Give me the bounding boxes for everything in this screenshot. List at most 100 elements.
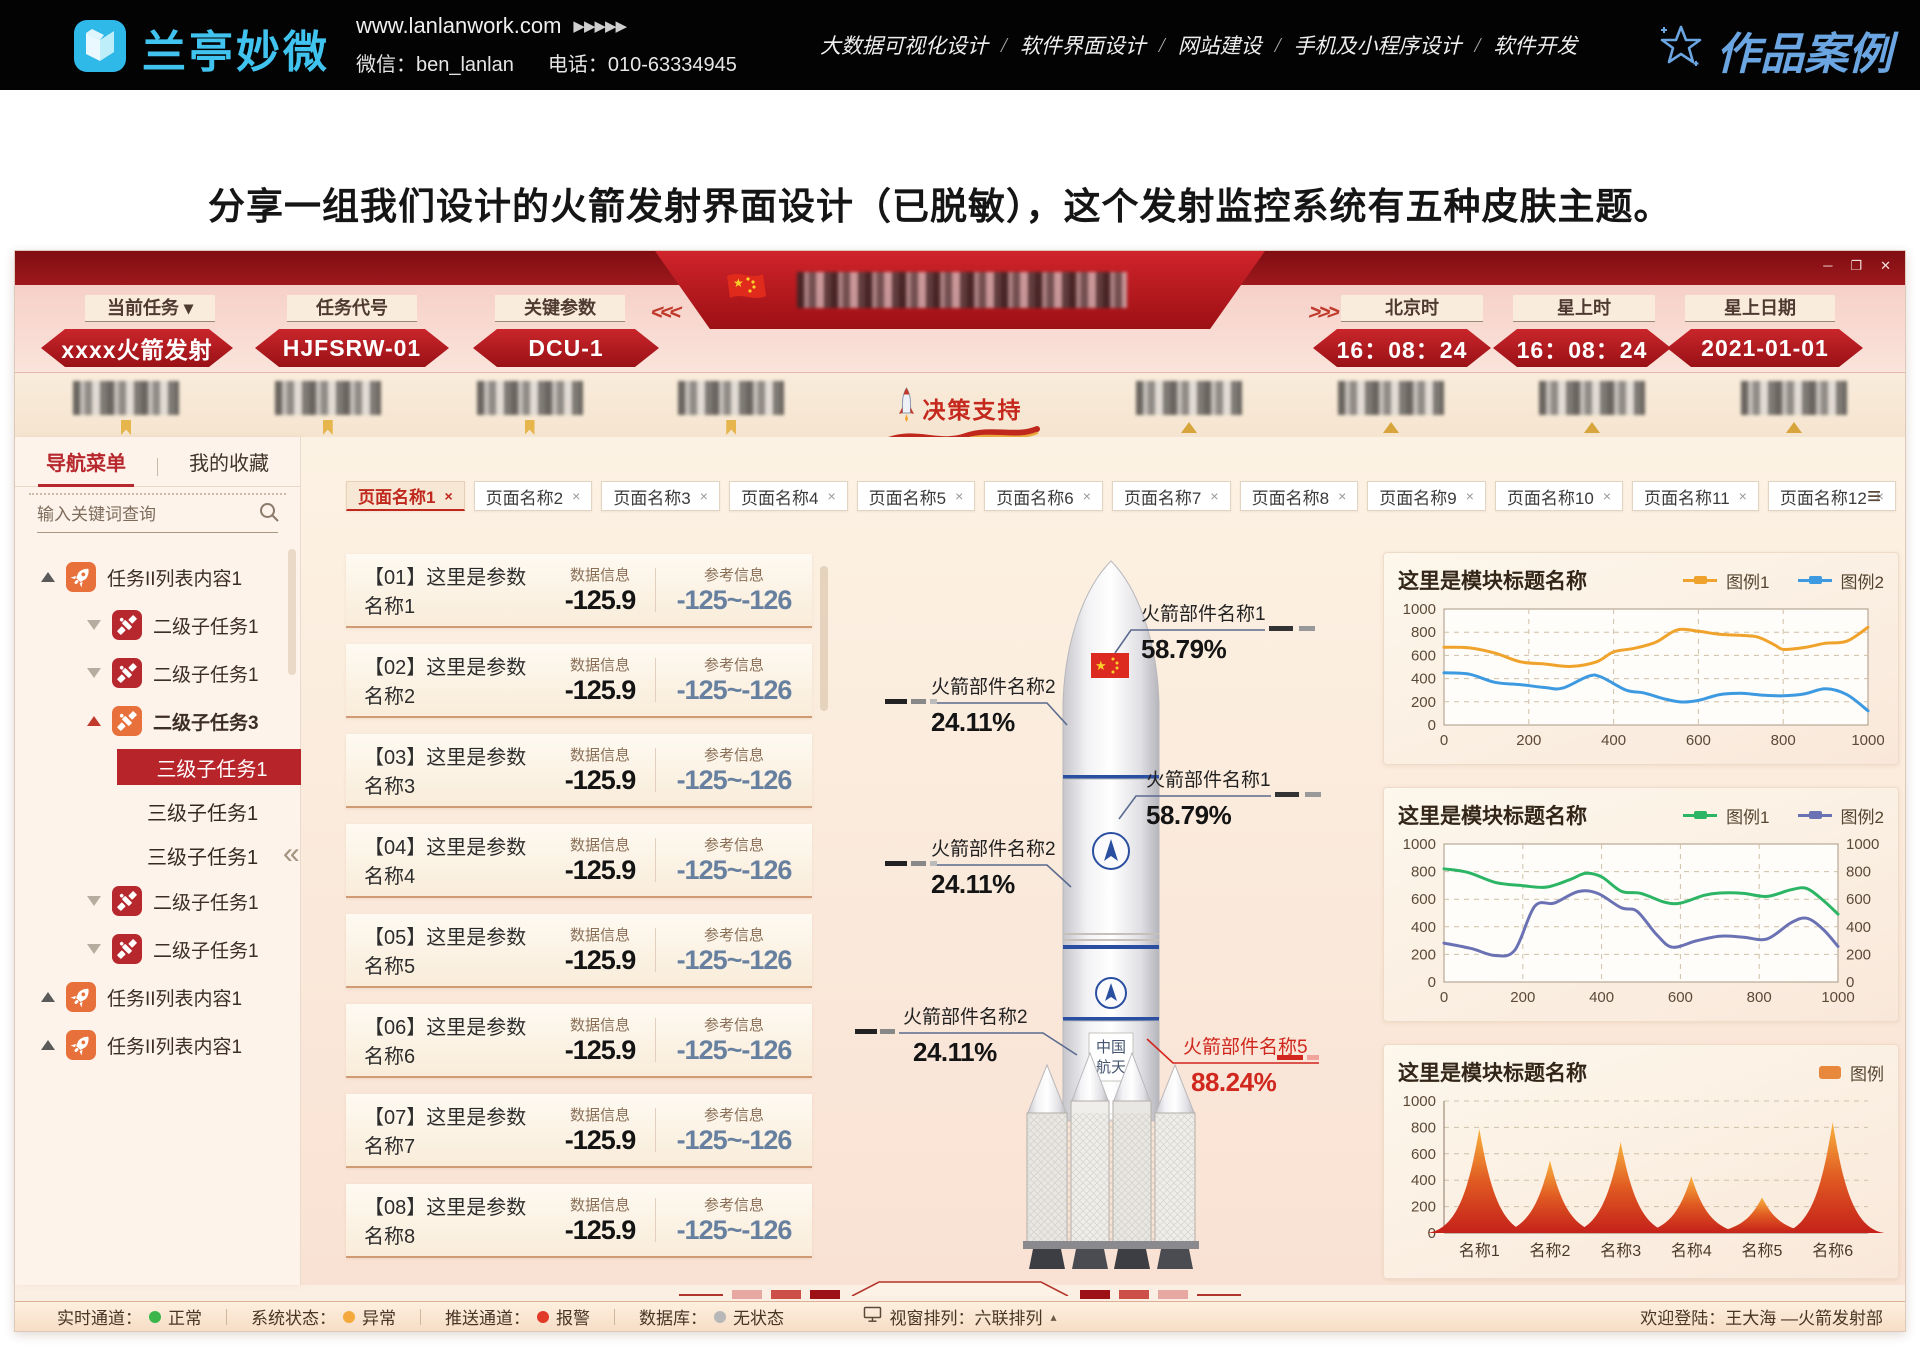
page-tab-2[interactable]: 页面名称2× [474, 481, 593, 511]
tab-close-icon[interactable]: × [700, 488, 708, 504]
nav-item-redacted-9[interactable] [1741, 373, 1847, 437]
legend-item[interactable]: 图例2 [1798, 803, 1884, 828]
param-card-7[interactable]: 【07】这里是参数名称7数据信息-125.9参考信息-125~-126 [346, 1094, 812, 1168]
tab-close-icon[interactable]: × [955, 488, 963, 504]
tab-close-icon[interactable]: × [1739, 488, 1747, 504]
more-tabs-menu-icon[interactable]: ≡ [1867, 483, 1881, 511]
search-icon[interactable] [258, 501, 280, 528]
svg-text:800: 800 [1846, 864, 1871, 881]
sidebar-tab-2[interactable]: 我的收藏 [158, 447, 300, 487]
nav-item-redacted-4[interactable] [678, 373, 784, 437]
caret-down-icon[interactable] [87, 668, 101, 678]
decision-support-label: 决策支持 [923, 391, 1023, 425]
caret-up-icon[interactable] [41, 572, 55, 582]
page-tab-9[interactable]: 页面名称9× [1367, 481, 1486, 511]
svg-text:400: 400 [1601, 732, 1626, 749]
tree-item-level2[interactable]: 二级子任务3 [15, 697, 300, 745]
legend-item[interactable]: 图例 [1819, 1060, 1884, 1085]
caret-down-icon[interactable] [87, 944, 101, 954]
tab-close-icon[interactable]: × [1603, 488, 1611, 504]
service-link-3[interactable]: 网站建设 [1178, 30, 1262, 60]
chart-title: 这里是模块标题名称 [1398, 800, 1587, 830]
page-tab-7[interactable]: 页面名称7× [1112, 481, 1231, 511]
tab-close-icon[interactable]: × [1338, 488, 1346, 504]
sidebar-collapse-handle[interactable]: « [283, 837, 300, 871]
service-link-4[interactable]: 手机及小程序设计 [1294, 30, 1462, 60]
maximize-button[interactable]: ❐ [1850, 258, 1862, 274]
tab-close-icon[interactable]: × [1210, 488, 1218, 504]
nav-item-decision-support[interactable]: 决策支持 [880, 373, 1040, 437]
collapse-left-arrows[interactable]: <<< [648, 301, 681, 325]
nav-item-redacted-6[interactable] [1136, 373, 1242, 437]
page-tab-5[interactable]: 页面名称5× [857, 481, 976, 511]
tree-item-level3[interactable]: 三级子任务1 [15, 789, 300, 833]
page-tab-4[interactable]: 页面名称4× [729, 481, 848, 511]
page-tab-3[interactable]: 页面名称3× [601, 481, 720, 511]
tab-close-icon[interactable]: × [827, 488, 835, 504]
tree-item-selected[interactable]: 三级子任务1 [117, 749, 307, 785]
caret-up-icon[interactable] [41, 1040, 55, 1050]
tab-close-icon[interactable]: × [1466, 488, 1474, 504]
legend-item[interactable]: 图例1 [1683, 568, 1769, 593]
close-button[interactable]: ✕ [1880, 258, 1891, 274]
tree-item-level2[interactable]: 二级子任务1 [15, 925, 300, 973]
param-list-scrollbar[interactable] [820, 566, 828, 711]
nav-item-redacted-8[interactable] [1539, 373, 1645, 437]
nav-item-redacted-1[interactable] [73, 373, 179, 437]
legend-item[interactable]: 图例2 [1798, 568, 1884, 593]
decision-support-button[interactable]: 决策支持 [898, 381, 1023, 428]
service-link-5[interactable]: 软件开发 [1493, 30, 1577, 60]
page-tab-strip: 页面名称1× 页面名称2× 页面名称3× 页面名称4× 页面名称5× 页面名称6× 页面名称… [346, 481, 1845, 513]
page-tab-1[interactable]: 页面名称1× [346, 481, 465, 511]
window-layout-control[interactable]: 视窗排列：六联排列 ▴ [863, 1304, 1056, 1329]
tab-close-icon[interactable]: × [444, 488, 452, 504]
param-card-3[interactable]: 【03】这里是参数名称3数据信息-125.9参考信息-125~-126 [346, 734, 812, 808]
param-card-1[interactable]: 【01】这里是参数名称1数据信息-125.9参考信息-125~-126 [346, 554, 812, 628]
logo[interactable]: 兰亭妙微 [72, 16, 330, 80]
caret-down-icon[interactable] [87, 896, 101, 906]
tree-item-level1[interactable]: 任务II列表内容1 [15, 553, 300, 601]
tree-item-level1[interactable]: 任务II列表内容1 [15, 973, 300, 1021]
param-card-8[interactable]: 【08】这里是参数名称8数据信息-125.9参考信息-125~-126 [346, 1184, 812, 1258]
tree-item-level3[interactable]: 三级子任务1 [15, 833, 300, 877]
param-card-5[interactable]: 【05】这里是参数名称5数据信息-125.9参考信息-125~-126 [346, 914, 812, 988]
expand-right-arrows[interactable]: >>> [1306, 301, 1339, 325]
tree-item-level2[interactable]: 二级子任务1 [15, 601, 300, 649]
service-link-2[interactable]: 软件界面设计 [1020, 30, 1146, 60]
service-link-1[interactable]: 大数据可视化设计 [820, 30, 988, 60]
nav-item-redacted-7[interactable] [1338, 373, 1444, 437]
site-url[interactable]: www.lanlanwork.com [356, 13, 561, 39]
param-card-2[interactable]: 【02】这里是参数名称2数据信息-125.9参考信息-125~-126 [346, 644, 812, 718]
tree-item-level2[interactable]: 二级子任务1 [15, 649, 300, 697]
tree-item-level1[interactable]: 任务II列表内容1 [15, 1021, 300, 1069]
caret-down-icon[interactable] [87, 620, 101, 630]
param-ref-label: 参考信息 [656, 564, 812, 585]
task-label-chip[interactable]: 任务代号 [287, 295, 417, 322]
caret-up-icon[interactable] [41, 992, 55, 1002]
legend-item[interactable]: 图例1 [1683, 803, 1769, 828]
layout-caret-icon[interactable]: ▴ [1050, 1310, 1056, 1324]
svg-text:200: 200 [1516, 732, 1541, 749]
page-tab-8[interactable]: 页面名称8× [1240, 481, 1359, 511]
tree-item-label: 二级子任务1 [153, 888, 259, 915]
tree-item-level2[interactable]: 二级子任务1 [15, 877, 300, 925]
tab-close-icon[interactable]: × [1083, 488, 1091, 504]
param-card-6[interactable]: 【06】这里是参数名称6数据信息-125.9参考信息-125~-126 [346, 1004, 812, 1078]
param-card-4[interactable]: 【04】这里是参数名称4数据信息-125.9参考信息-125~-126 [346, 824, 812, 898]
sidebar-tab-1[interactable]: 导航菜单 [15, 447, 157, 487]
nav-item-redacted-3[interactable] [477, 373, 583, 437]
page-tab-11[interactable]: 页面名称11× [1632, 481, 1759, 511]
param-data-label: 数据信息 [545, 654, 655, 675]
tab-close-icon[interactable]: × [572, 488, 580, 504]
satellite-red-icon [112, 934, 142, 964]
minimize-button[interactable]: ─ [1823, 258, 1832, 274]
caret-up-icon[interactable] [87, 716, 101, 726]
portfolio-link[interactable]: 作品案例 [1656, 18, 1892, 82]
task-label-chip[interactable]: 当前任务 ▾ [85, 295, 215, 322]
page-tab-10[interactable]: 页面名称10× [1495, 481, 1623, 511]
nav-item-redacted-2[interactable] [275, 373, 381, 437]
sidebar-scrollbar[interactable] [288, 549, 296, 675]
search-input[interactable] [37, 505, 258, 525]
page-tab-6[interactable]: 页面名称6× [984, 481, 1103, 511]
task-label-chip[interactable]: 关键参数 [495, 295, 625, 322]
